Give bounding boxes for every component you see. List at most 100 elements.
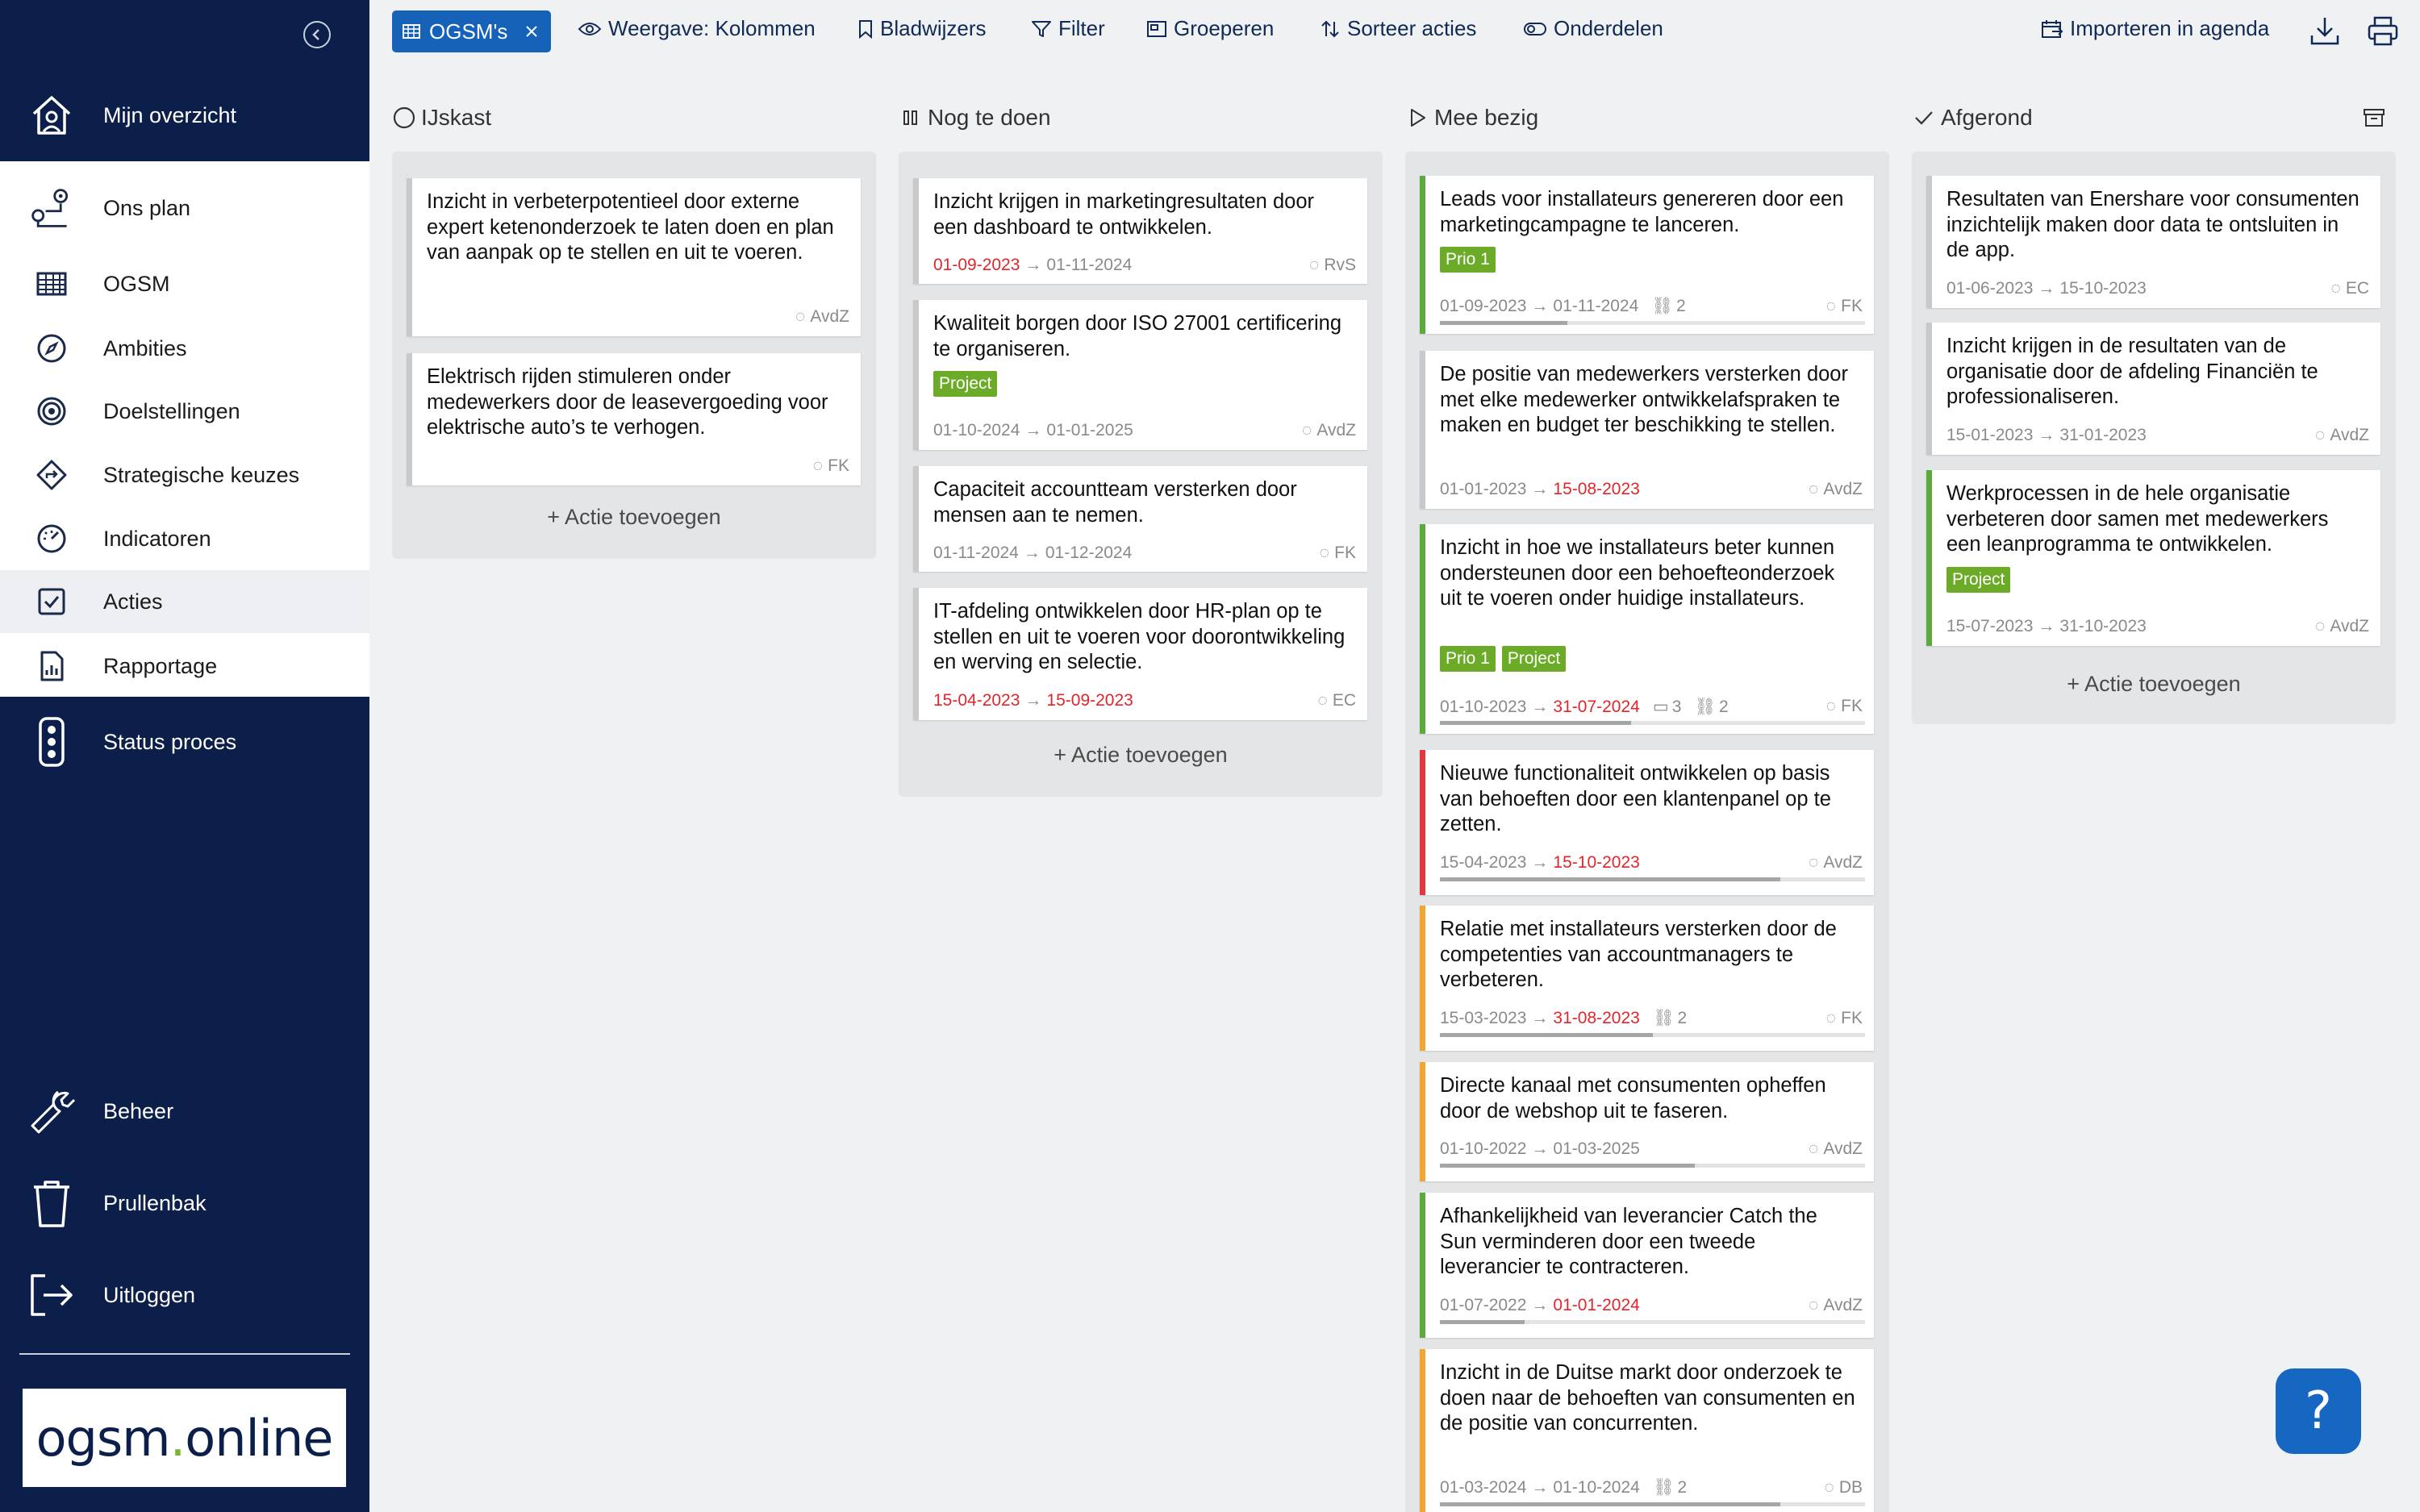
progress-bar — [1440, 1164, 1865, 1168]
card-owner: ◌ RvS — [1309, 256, 1356, 275]
nav-prullenbak[interactable]: Prullenbak — [0, 1177, 369, 1229]
user-icon: ◌ — [1808, 1139, 1819, 1158]
add-action-button[interactable]: + Actie toevoegen — [392, 505, 876, 530]
progress-bar — [1440, 1320, 1865, 1324]
action-card[interactable]: Elektrisch rijden stimuleren onder medew… — [407, 353, 861, 485]
view-button[interactable]: Weergave: Kolommen — [578, 16, 816, 41]
action-card[interactable]: Leads voor installateurs genereren door … — [1420, 176, 1874, 334]
tag-project: Project — [933, 371, 998, 397]
add-action-button[interactable]: + Actie toevoegen — [1912, 672, 2396, 697]
nav-label: Strategische keuzes — [103, 462, 300, 487]
arrow-right-icon: → — [2038, 617, 2055, 635]
card-owner: ◌ FK — [1320, 544, 1356, 563]
column-lane: Inzicht in verbeterpotentieel door exter… — [392, 152, 876, 559]
action-card[interactable]: Inzicht krijgen in de resultaten van de … — [1926, 323, 2380, 455]
target-icon — [29, 389, 74, 434]
link-icon: ⛓ — [1652, 1009, 1675, 1027]
card-tags: Prio 1 — [1440, 247, 1496, 273]
owner-initials: RvS — [1324, 256, 1356, 274]
group-label: Groeperen — [1174, 16, 1275, 40]
owner-initials: AvdZ — [2330, 617, 2369, 635]
action-card[interactable]: Inzicht in de Duitse markt door onderzoe… — [1420, 1349, 1874, 1512]
card-title: Relatie met installateurs versterken doo… — [1440, 918, 1837, 991]
sort-label: Sorteer acties — [1347, 16, 1477, 40]
import-label: Importeren in agenda — [2070, 16, 2270, 40]
card-owner: ◌ AvdZ — [2315, 617, 2369, 636]
filter-label: Filter — [1058, 16, 1105, 40]
ogsm-filter-chip[interactable]: OGSM's — [392, 10, 552, 52]
action-card[interactable]: Nieuwe functionaliteit ontwikkelen op ba… — [1420, 750, 1874, 895]
nav-mijn-overzicht[interactable]: Mijn overzicht — [0, 87, 369, 144]
action-card[interactable]: Inzicht krijgen in marketingresultaten d… — [913, 178, 1367, 284]
group-button[interactable]: Groeperen — [1146, 16, 1274, 41]
filter-button[interactable]: Filter — [1031, 16, 1105, 41]
nav-status-proces[interactable]: Status proces — [0, 711, 369, 773]
user-icon: ◌ — [1301, 421, 1312, 439]
action-card[interactable]: Inzicht in hoe we installateurs beter ku… — [1420, 524, 1874, 734]
link-count-value: 2 — [1719, 697, 1729, 716]
link-count: ⛓ 2 — [1694, 698, 1728, 717]
wrench-icon — [26, 1085, 77, 1137]
card-dates: 01-09-2023 → 01-11-2024 ⛓ 2 — [1440, 297, 1686, 316]
logo-part-1: ogsm — [35, 1408, 171, 1468]
card-tags: Project — [933, 371, 998, 397]
parts-button[interactable]: Onderdelen — [1523, 16, 1663, 41]
download-icon[interactable] — [2309, 15, 2341, 51]
print-icon[interactable] — [2367, 15, 2399, 51]
nav-ons-plan[interactable]: Ons plan — [0, 179, 369, 237]
close-icon[interactable] — [524, 23, 540, 40]
owner-initials: FK — [1841, 1009, 1863, 1027]
nav-uitloggen[interactable]: Uitloggen — [0, 1269, 369, 1321]
column-header: Afgerond — [1912, 102, 2033, 134]
logout-icon — [26, 1269, 77, 1321]
help-button[interactable]: ? — [2276, 1368, 2361, 1454]
card-dates: 15-04-2023 → 15-09-2023 — [933, 691, 1133, 710]
user-icon: ◌ — [2314, 617, 2326, 635]
group-icon — [1147, 20, 1166, 37]
action-card[interactable]: Inzicht in verbeterpotentieel door exter… — [407, 178, 861, 336]
action-card[interactable]: Kwaliteit borgen door ISO 27001 certific… — [913, 300, 1367, 450]
toggle-icon — [1524, 22, 1546, 35]
action-card[interactable]: Directe kanaal met consumenten opheffen … — [1420, 1062, 1874, 1181]
action-card[interactable]: De positie van medewerkers versterken do… — [1420, 351, 1874, 509]
import-calendar-button[interactable]: Importeren in agenda — [2041, 16, 2269, 41]
start-date: 15-07-2023 — [1946, 617, 2034, 635]
card-owner: ◌ AvdZ — [1809, 1296, 1863, 1315]
nav-strategische-keuzes[interactable]: Strategische keuzes — [0, 449, 369, 501]
action-card[interactable]: IT-afdeling ontwikkelen door HR-plan op … — [913, 588, 1367, 720]
ogsm-online-logo[interactable]: ogsm.online — [23, 1389, 346, 1487]
table-icon — [403, 24, 420, 39]
card-dates: 01-06-2023 → 15-10-2023 — [1946, 279, 2147, 298]
link-icon: ⛓ — [1694, 697, 1717, 716]
archive-icon[interactable] — [2362, 106, 2386, 133]
progress-fill — [1440, 1033, 1653, 1037]
action-card[interactable]: Afhankelijkheid van leverancier Catch th… — [1420, 1193, 1874, 1338]
tag-prio: Prio 1 — [1440, 646, 1496, 672]
arrow-right-icon: → — [1531, 1009, 1549, 1027]
nav-rapportage[interactable]: Rapportage — [0, 640, 369, 692]
action-card[interactable]: Capaciteit accountteam versterken door m… — [913, 466, 1367, 572]
nav-indicatoren[interactable]: Indicatoren — [0, 513, 369, 564]
card-owner: ◌ AvdZ — [1302, 421, 1356, 440]
action-card[interactable]: Werkprocessen in de hele organisatie ver… — [1926, 470, 2380, 646]
add-action-button[interactable]: + Actie toevoegen — [899, 743, 1383, 768]
bookmarks-button[interactable]: Bladwijzers — [857, 16, 987, 41]
user-icon: ◌ — [1825, 697, 1837, 715]
start-date: 01-10-2022 — [1440, 1139, 1527, 1158]
action-card[interactable]: Relatie met installateurs versterken doo… — [1420, 906, 1874, 1051]
nav-ambities[interactable]: Ambities — [0, 323, 369, 374]
nav-ogsm[interactable]: OGSM — [0, 258, 369, 310]
nav-acties[interactable]: Acties — [0, 570, 369, 633]
collapse-sidebar-button[interactable] — [303, 21, 331, 48]
card-dates: 15-01-2023 → 31-01-2023 — [1946, 426, 2147, 445]
start-date: 01-10-2024 — [933, 421, 1020, 439]
nav-doelstellingen[interactable]: Doelstellingen — [0, 385, 369, 437]
end-date: 31-08-2023 — [1553, 1009, 1640, 1027]
column-header: Nog te doen — [899, 102, 1051, 134]
card-owner: ◌ AvdZ — [795, 307, 849, 327]
action-card[interactable]: Resultaten van Enershare voor consumente… — [1926, 176, 2380, 308]
circle-icon — [392, 106, 416, 130]
card-owner: ◌ AvdZ — [1809, 480, 1863, 499]
nav-beheer[interactable]: Beheer — [0, 1085, 369, 1137]
sort-button[interactable]: Sorteer acties — [1320, 16, 1476, 41]
